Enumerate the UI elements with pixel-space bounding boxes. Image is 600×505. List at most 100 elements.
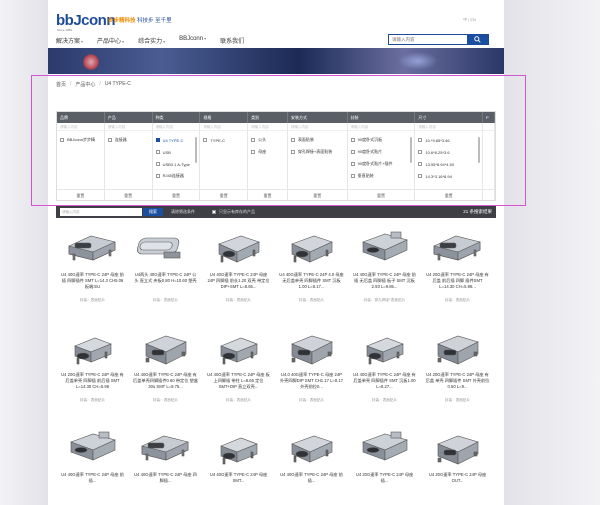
product-image[interactable] [421, 422, 494, 472]
product-image[interactable] [129, 322, 202, 372]
product-card[interactable]: U4 40G速率 TYPE-C 24P 母座 板上四脚插 带柱 L=8.65 定… [202, 322, 275, 410]
product-name[interactable]: U4 40G速率 TYPE-C 24P 母座 四脚插... [129, 472, 202, 496]
product-name[interactable]: U4 40G速率 TYPE-C 24P 母座 前插... [56, 472, 129, 496]
product-card[interactable]: U4两头 40G速率 TYPE-C 24P 公头 直立式 夹板0.80 H=10… [129, 222, 202, 310]
product-name[interactable]: U4 20G速率 TYPE-C 24P 母座 有后盖单壳 四脚插 前后插 SMT… [56, 372, 129, 396]
chevron-down-icon: ▾ [122, 39, 125, 44]
product-card[interactable]: U4 40G速率 TYPE-C 24P 母座 SMT... [202, 422, 275, 505]
product-name[interactable]: U4 40G速率 TYPE-C 24P 母座 有后盖单壳四脚插件0.60 带定位… [129, 372, 202, 396]
chevron-down-icon: ▾ [81, 39, 84, 44]
main-nav: 解决方案▾ 产品中心▾ 综合实力▾ BBJconn▾ 联系我们 [56, 36, 244, 45]
banner-decoration [83, 54, 99, 70]
nav-bbjconn[interactable]: BBJconn▾ [179, 36, 206, 45]
product-image[interactable] [348, 222, 421, 272]
product-image[interactable] [348, 422, 421, 472]
product-package: 封装：表面贴片 [79, 298, 106, 302]
product-name[interactable]: U4 40G速率 TYPE-C 24P 母座 有后盖单壳 四脚插件 SMT 沉板… [348, 372, 421, 396]
site-header: bbJconn Since 1989 步步精科技 科技步 至千里 中 | EN … [48, 0, 504, 48]
logo[interactable]: bbJconn [56, 12, 116, 29]
product-image[interactable] [421, 222, 494, 272]
product-package: 封装：表面贴片 [225, 398, 252, 402]
product-grid: U4 40G速率 TYPE-C 24P 母座 前插 四脚插件 SMT L=14.… [56, 222, 496, 505]
product-image[interactable] [202, 422, 275, 472]
product-name[interactable]: U4 40G速率 TYPE-C 24P 母座 板上四脚插 带柱 L=8.65 定… [202, 372, 275, 396]
product-card[interactable]: U4 40G速率 TYPE-C 24P 母座 前插 无后盖 四脚插 板子 SMT… [348, 222, 421, 310]
product-package: 封装：表面贴片 [371, 398, 398, 402]
product-card[interactable]: U4 40G速率 TYPE-C 24P 母座 有后盖单壳四脚插件0.60 带定位… [129, 322, 202, 410]
banner-decoration [398, 52, 438, 70]
product-image[interactable] [348, 322, 421, 372]
product-card[interactable]: U4 20G速率 TYPE-C 24P 母座 有后盖 前后插 四脚 插件SMT … [421, 222, 494, 310]
nav-label: 解决方案 [56, 39, 81, 45]
product-package: 封装：表面贴片 [79, 398, 106, 402]
checkbox[interactable] [212, 210, 216, 214]
results-search-input[interactable]: 请输入内容 [60, 208, 142, 216]
product-card[interactable]: U4 40G速率 TYPE-C 24P 母座 24P 四脚插 前长1.20 双壳… [202, 222, 275, 310]
product-name[interactable]: U4 20G速率 TYPE-C 24P 母座 OUT... [421, 472, 494, 496]
in-stock-label: 只显示有库存的产品 [219, 209, 255, 214]
product-image[interactable] [129, 422, 202, 472]
chevron-down-icon: ▾ [163, 39, 166, 44]
product-image[interactable] [275, 222, 348, 272]
clear-filters-link[interactable]: 清除筛选条件 [171, 208, 195, 216]
product-card[interactable]: U4 40G速率 TYPE-C 24P 母座 前插 四脚插件 SMT L=14.… [56, 222, 129, 310]
product-image[interactable] [421, 322, 494, 372]
product-card[interactable]: U4 20G速率 TYPE-C 24P 母座 插... [348, 422, 421, 505]
nav-label: 综合实力 [138, 39, 163, 45]
product-image[interactable] [56, 322, 129, 372]
header-search [388, 34, 489, 45]
product-name[interactable]: U4.0 40G速率 TYPE-C 母座 24P 外壳四脚DIP SMT CH1… [275, 372, 348, 396]
search-icon [474, 36, 481, 43]
logo-subtitle: Since 1989 [57, 28, 73, 32]
product-name[interactable]: U4两头 40G速率 TYPE-C 24P 公头 直立式 夹板0.80 H=10… [129, 272, 202, 296]
nav-strength[interactable]: 综合实力▾ [138, 36, 165, 45]
product-name[interactable]: U4 20G速率 TYPE-C 24P 母座 有后盖 前后插 四脚 插件SMT … [421, 272, 494, 296]
product-card[interactable]: U4 20G速率 TYPE-C 24P 母座 有后盖单壳 四脚插 前后插 SMT… [56, 322, 129, 410]
product-image[interactable] [129, 222, 202, 272]
product-card[interactable]: U4 20G速率 TYPE-C 24P 母座 OUT... [421, 422, 494, 505]
search-button[interactable] [467, 35, 488, 44]
slogan: 步步精科技 科技步 至千里 [108, 16, 172, 24]
product-name[interactable]: U4 40G速率 TYPE-C 24P 母座 SMT... [202, 472, 275, 496]
product-name[interactable]: U4 20G速率 TYPE-C 24P 母座 插... [348, 472, 421, 496]
product-name[interactable]: U4 40G速率 TYPE-C 24P 母座 24P 四脚插 前长1.20 双壳… [202, 272, 275, 296]
product-card[interactable]: U4 40G速率 TYPE-C 24P 4.0 母座 无后盖单壳 四脚插件 SM… [275, 222, 348, 310]
product-card[interactable]: U4.0 40G速率 TYPE-C 母座 24P 外壳四脚DIP SMT CH1… [275, 322, 348, 410]
product-name[interactable]: U4 40G速率 TYPE-C 24P 母座 前插... [275, 472, 348, 496]
hero-banner [48, 48, 504, 74]
product-package: 封装：表面贴片 [444, 298, 471, 302]
product-name[interactable]: U4 20G速率 TYPE-C 24P 母座 有后盖 单壳 四脚插件 SMT 外… [421, 372, 494, 396]
in-stock-toggle[interactable]: 只显示有库存的产品 [212, 208, 255, 216]
chevron-down-icon: ▾ [204, 36, 207, 41]
product-image[interactable] [56, 222, 129, 272]
nav-label: 产品中心 [97, 39, 122, 45]
product-card[interactable]: U4 40G速率 TYPE-C 24P 母座 有后盖单壳 四脚插件 SMT 沉板… [348, 322, 421, 410]
product-card[interactable]: U4 40G速率 TYPE-C 24P 母座 四脚插... [129, 422, 202, 505]
product-image[interactable] [275, 322, 348, 372]
product-card[interactable]: U4 20G速率 TYPE-C 24P 母座 有后盖 单壳 四脚插件 SMT 外… [421, 322, 494, 410]
product-name[interactable]: U4 40G速率 TYPE-C 24P 母座 前插 无后盖 四脚插 板子 SMT… [348, 272, 421, 296]
product-name[interactable]: U4 40G速率 TYPE-C 24P 4.0 母座 无后盖单壳 四脚插件 SM… [275, 272, 348, 296]
product-package: 封装：表面贴片 [225, 298, 252, 302]
nav-contact[interactable]: 联系我们 [220, 36, 244, 45]
product-package: 封装：表面贴片 [152, 298, 179, 302]
slogan-text: 科技步 至千里 [137, 18, 172, 24]
product-package: 封装：穿孔焊接+表面贴片 [363, 298, 406, 302]
results-search-button[interactable]: 搜索 [143, 208, 163, 216]
nav-solutions[interactable]: 解决方案▾ [56, 36, 83, 45]
product-image[interactable] [202, 222, 275, 272]
nav-products[interactable]: 产品中心▾ [97, 36, 124, 45]
selection-highlight [31, 75, 526, 206]
product-image[interactable] [56, 422, 129, 472]
product-card[interactable]: U4 40G速率 TYPE-C 24P 母座 前插... [56, 422, 129, 505]
language-switch[interactable]: 中 | EN [463, 17, 476, 23]
product-name[interactable]: U4 40G速率 TYPE-C 24P 母座 前插 四脚插件 SMT L=14.… [56, 272, 129, 296]
product-card[interactable]: U4 40G速率 TYPE-C 24P 母座 前插... [275, 422, 348, 505]
product-package: 封装：表面贴片 [444, 398, 471, 402]
product-image[interactable] [275, 422, 348, 472]
product-package: 封装：表面贴片 [152, 398, 179, 402]
product-image[interactable] [202, 322, 275, 372]
search-input[interactable] [389, 35, 468, 44]
results-toolbar: 请输入内容 搜索 清除筛选条件 只显示有库存的产品 21 条搜索结果 [56, 206, 496, 218]
product-package: 封装：表面贴片 [298, 298, 325, 302]
